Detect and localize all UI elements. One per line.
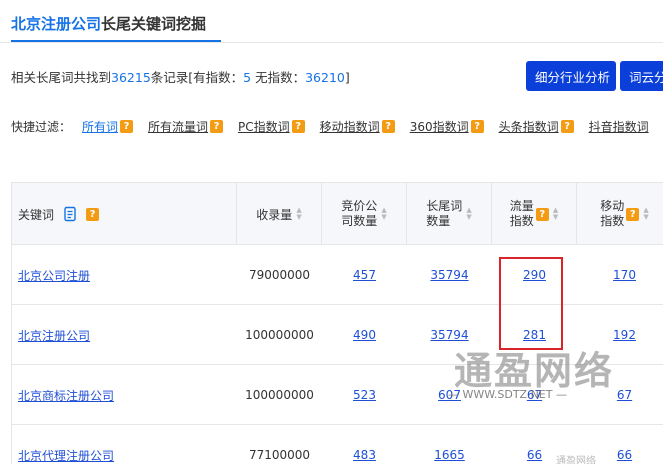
longtail-count-link[interactable]: 35794 (430, 328, 468, 342)
document-icon[interactable] (62, 206, 78, 222)
filter-label: 头条指数词 (498, 120, 559, 134)
industry-analysis-button[interactable]: 细分行业分析 (526, 61, 616, 91)
summary-mid1: 条记录[有指数： (150, 70, 244, 85)
help-icon[interactable]: ? (535, 207, 549, 221)
help-icon[interactable]: ? (120, 120, 134, 133)
quick-filter-label: 快捷过滤： (11, 120, 72, 134)
mobile-index-link[interactable]: 67 (617, 388, 632, 402)
help-icon[interactable]: ? (291, 120, 305, 133)
longtail-count-link[interactable]: 35794 (430, 268, 468, 282)
col-mobile-index[interactable]: 移动 指数 ? ▲ ▼ (577, 183, 663, 245)
col-traffic-index[interactable]: 流量 指数 ? ▲ ▼ (492, 183, 577, 245)
longtail-count-link[interactable]: 1665 (434, 448, 465, 462)
traffic-index-link[interactable]: 66 (527, 448, 542, 462)
mobile-index-link[interactable]: 192 (613, 328, 636, 342)
sort-icon[interactable]: ▲ ▼ (296, 207, 301, 221)
help-icon[interactable]: ? (86, 207, 100, 221)
col-traffic-line2: 指数 (509, 214, 534, 228)
col-traffic-line1: 流量 (509, 199, 534, 213)
col-longtail-label: 长尾词 数量 (426, 199, 462, 229)
col-mobile-label: 移动 指数 (600, 199, 624, 229)
collect-value: 100000000 (245, 328, 314, 342)
collect-value: 100000000 (245, 388, 314, 402)
sort-icon[interactable]: ▲ ▼ (643, 207, 648, 221)
collect-value: 77100000 (248, 448, 311, 462)
page-title-suffix: 长尾关键词挖掘 (101, 15, 207, 33)
keyword-link[interactable]: 北京注册公司 (12, 327, 90, 344)
summary-total: 36215 (111, 70, 151, 85)
header-divider (0, 42, 663, 43)
result-summary: 相关长尾词共找到36215条记录[有指数：5 无指数：36210] (11, 67, 350, 86)
col-bid-line1: 竞价公 (341, 199, 378, 213)
summary-prefix: 相关长尾词共找到 (11, 70, 112, 85)
quick-filter-bar: 快捷过滤： 所有词? 所有流量词? PC指数词? 移动指数词? 360指数词? … (11, 118, 663, 135)
sort-icon[interactable]: ▲ ▼ (381, 207, 386, 221)
bid-count-link[interactable]: 523 (353, 388, 376, 402)
filter-label: PC指数词 (238, 120, 290, 134)
page-title: 北京注册公司长尾关键词挖掘 (11, 13, 206, 34)
summary-with-index: 5 (243, 70, 252, 85)
collect-value: 79000000 (248, 268, 311, 282)
filter-label: 所有词 (82, 120, 119, 134)
keyword-link[interactable]: 北京公司注册 (12, 267, 90, 284)
filter-toutiao-index[interactable]: 头条指数词? (499, 118, 574, 135)
help-icon[interactable]: ? (560, 120, 574, 133)
filter-label: 抖音指数词 (588, 120, 649, 134)
sort-icon[interactable]: ▲ ▼ (466, 207, 471, 221)
mobile-index-link[interactable]: 66 (617, 448, 632, 462)
filter-pc-index[interactable]: PC指数词? (238, 118, 305, 135)
table-header: 关键词 ? 收录量 ▲ ▼ 竞价公 司数量 ▲ ▼ 长尾词 数量 ▲ ▼ 流量 指数 ? ▲… (12, 183, 663, 245)
col-longtail-line1: 长尾词 (426, 199, 463, 213)
col-mobile-line2: 指数 (600, 214, 625, 228)
keyword-link[interactable]: 北京商标注册公司 (12, 387, 114, 404)
col-traffic-label: 流量 指数 (510, 199, 534, 229)
table-row: 北京注册公司 100000000 490 35794 281 192 (12, 305, 663, 365)
filter-mobile-index[interactable]: 移动指数词? (320, 118, 395, 135)
traffic-index-link[interactable]: 67 (527, 388, 542, 402)
filter-all-traffic-words[interactable]: 所有流量词? (148, 118, 224, 135)
col-collect-label: 收录量 (256, 207, 293, 222)
sort-icon[interactable]: ▲ ▼ (553, 207, 558, 221)
keyword-table: 关键词 ? 收录量 ▲ ▼ 竞价公 司数量 ▲ ▼ 长尾词 数量 ▲ ▼ 流量 指数 ? ▲… (11, 182, 663, 464)
mobile-index-link[interactable]: 170 (613, 268, 636, 282)
help-icon[interactable]: ? (210, 120, 224, 133)
filter-all-words[interactable]: 所有词? (82, 118, 134, 135)
bid-count-link[interactable]: 483 (353, 448, 376, 462)
filter-douyin-index[interactable]: 抖音指数词 (589, 118, 649, 135)
bid-count-link[interactable]: 457 (353, 268, 376, 282)
table-row: 北京商标注册公司 100000000 523 607 67 67 (12, 365, 663, 425)
col-bid-label: 竞价公 司数量 (341, 199, 377, 229)
filter-label: 所有流量词 (148, 120, 209, 134)
col-bid-companies[interactable]: 竞价公 司数量 ▲ ▼ (322, 183, 407, 245)
filter-360-index[interactable]: 360指数词? (410, 118, 484, 135)
help-icon[interactable]: ? (381, 120, 395, 133)
help-icon[interactable]: ? (626, 207, 640, 221)
keyword-link[interactable]: 北京代理注册公司 (12, 447, 114, 464)
summary-mid2: 无指数： (251, 70, 306, 85)
col-keyword: 关键词 ? (12, 183, 237, 245)
col-longtail-line2: 数量 (426, 214, 451, 228)
col-mobile-line1: 移动 (600, 199, 625, 213)
col-bid-line2: 司数量 (341, 214, 378, 228)
col-collect[interactable]: 收录量 ▲ ▼ (237, 183, 322, 245)
col-longtail-count[interactable]: 长尾词 数量 ▲ ▼ (407, 183, 492, 245)
summary-without-index: 36210 (305, 70, 345, 85)
longtail-count-link[interactable]: 607 (438, 388, 461, 402)
filter-label: 移动指数词 (319, 120, 380, 134)
filter-label: 360指数词 (409, 120, 469, 134)
page-title-keyword: 北京注册公司 (11, 15, 102, 33)
col-keyword-label: 关键词 (18, 207, 55, 222)
word-cloud-button[interactable]: 词云分析 (620, 61, 663, 91)
help-icon[interactable]: ? (470, 120, 484, 133)
highlight-box (499, 257, 563, 350)
table-row: 北京代理注册公司 77100000 483 1665 66 66 (12, 425, 663, 464)
summary-suffix: ] (344, 70, 350, 85)
bid-count-link[interactable]: 490 (353, 328, 376, 342)
table-row: 北京公司注册 79000000 457 35794 290 170 (12, 245, 663, 305)
